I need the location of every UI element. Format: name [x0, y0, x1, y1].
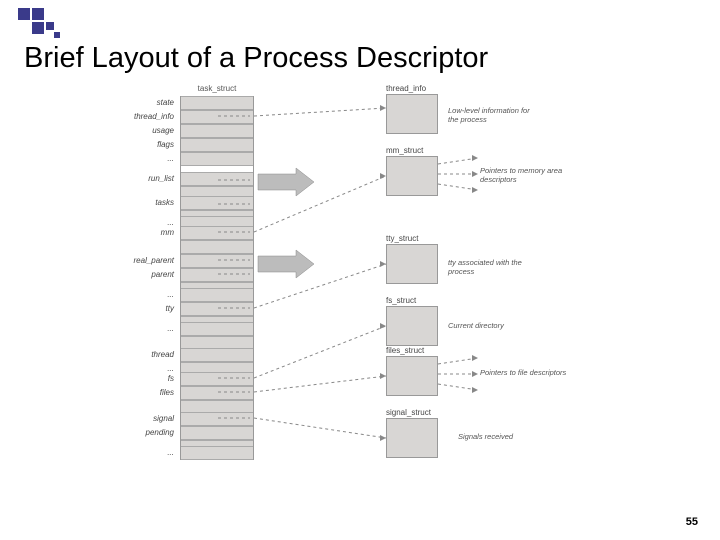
field-label-thread: thread — [114, 350, 174, 359]
field-box — [181, 226, 253, 240]
struct-caption-tty_struct: tty associated with the process — [448, 258, 538, 276]
main-struct-label: task_struct — [180, 84, 254, 93]
struct-label-files_struct: files_struct — [386, 346, 424, 355]
field-box — [181, 152, 253, 166]
field-label-parent: parent — [114, 270, 174, 279]
field-label-files: files — [114, 388, 174, 397]
field-label-run_list: run_list — [114, 174, 174, 183]
struct-box-signal_struct — [386, 418, 438, 458]
field-label-tasks: tasks — [114, 198, 174, 207]
page-title: Brief Layout of a Process Descriptor — [24, 42, 488, 75]
field-box — [181, 268, 253, 282]
field-box — [181, 172, 253, 186]
field-box — [181, 386, 253, 400]
field-box — [181, 412, 253, 426]
struct-caption-fs_struct: Current directory — [448, 321, 538, 330]
field-label-flags: flags — [114, 140, 174, 149]
struct-caption-mm_struct: Pointers to memory area descriptors — [480, 166, 570, 184]
field-box — [181, 372, 253, 386]
field-box — [181, 138, 253, 152]
field-box — [181, 348, 253, 362]
page-number: 55 — [686, 516, 698, 528]
field-box — [181, 288, 253, 302]
struct-label-fs_struct: fs_struct — [386, 296, 416, 305]
struct-box-fs_struct — [386, 306, 438, 346]
field-box — [181, 446, 253, 460]
field-label-: ... — [114, 324, 174, 333]
field-box — [181, 322, 253, 336]
field-label-usage: usage — [114, 126, 174, 135]
field-box — [181, 240, 253, 254]
field-label-: ... — [114, 364, 174, 373]
struct-caption-thread_info: Low-level information for the process — [448, 106, 538, 124]
field-label-: ... — [114, 154, 174, 163]
field-box — [181, 426, 253, 440]
field-label-: ... — [114, 290, 174, 299]
struct-box-tty_struct — [386, 244, 438, 284]
struct-label-thread_info: thread_info — [386, 84, 426, 93]
struct-label-tty_struct: tty_struct — [386, 234, 418, 243]
field-box — [181, 302, 253, 316]
field-label-: ... — [114, 218, 174, 227]
field-label-signal: signal — [114, 414, 174, 423]
field-box — [181, 96, 253, 110]
struct-box-thread_info — [386, 94, 438, 134]
field-label-: ... — [114, 448, 174, 457]
field-box — [181, 110, 253, 124]
field-label-tty: tty — [114, 304, 174, 313]
struct-caption-signal_struct: Signals received — [458, 432, 548, 441]
struct-box-files_struct — [386, 356, 438, 396]
field-label-pending: pending — [114, 428, 174, 437]
field-label-thread_info: thread_info — [114, 112, 174, 121]
diagram: task_struct statethread_infousageflags..… — [100, 96, 660, 506]
task-struct-column — [180, 96, 254, 460]
field-box — [181, 124, 253, 138]
field-box — [181, 254, 253, 268]
struct-box-mm_struct — [386, 156, 438, 196]
field-label-state: state — [114, 98, 174, 107]
struct-caption-files_struct: Pointers to file descriptors — [480, 368, 570, 377]
field-box — [181, 196, 253, 210]
struct-label-mm_struct: mm_struct — [386, 146, 423, 155]
field-label-mm: mm — [114, 228, 174, 237]
field-label-fs: fs — [114, 374, 174, 383]
struct-label-signal_struct: signal_struct — [386, 408, 431, 417]
field-label-real_parent: real_parent — [114, 256, 174, 265]
